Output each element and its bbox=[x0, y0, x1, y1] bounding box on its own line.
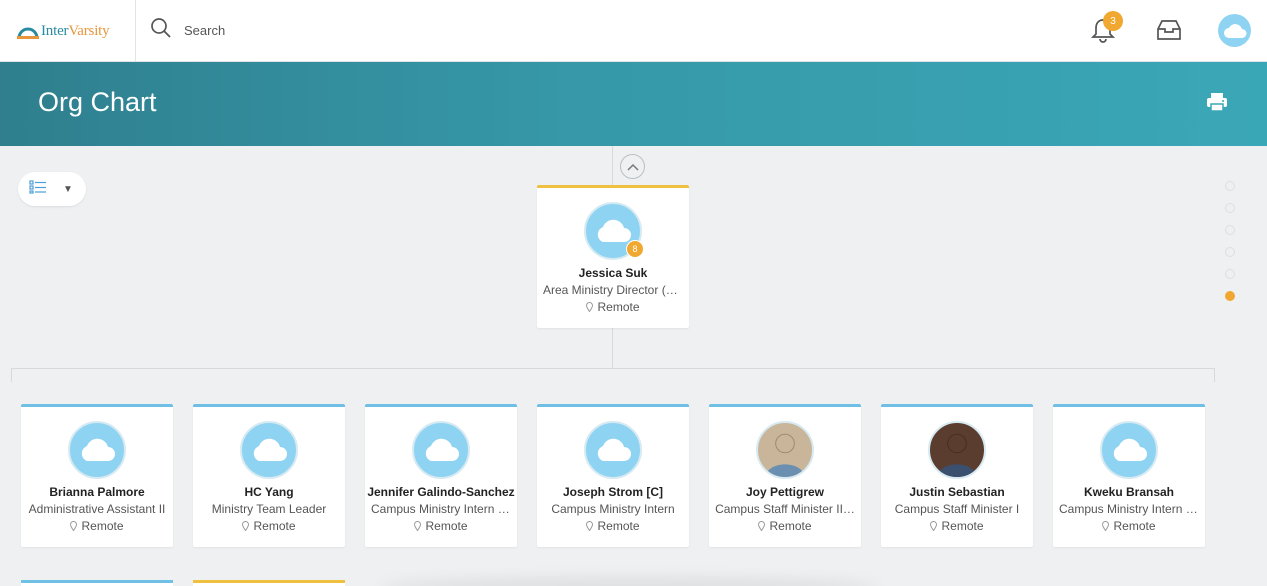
page-header: Org Chart bbox=[0, 62, 1267, 146]
location-pin-icon bbox=[414, 521, 422, 531]
logo-text-prefix: Inter bbox=[41, 22, 69, 39]
employee-location: Remote bbox=[425, 519, 468, 533]
employee-title: Campus Ministry Intern (… bbox=[371, 502, 511, 516]
location-pin-icon bbox=[758, 521, 766, 531]
cloud-avatar-icon bbox=[68, 421, 126, 479]
employee-name: Jennifer Galindo-Sanchez bbox=[367, 485, 515, 499]
location-pin-icon bbox=[242, 521, 250, 531]
reports-count-badge: 8 bbox=[626, 240, 644, 258]
location-pin-icon bbox=[586, 521, 594, 531]
employee-title: Campus Staff Minister II… bbox=[715, 502, 855, 516]
manager-card[interactable]: 8 Jessica Suk Area Ministry Director (C…… bbox=[537, 185, 689, 328]
chevron-up-icon bbox=[626, 163, 639, 171]
scroll-shadow bbox=[380, 576, 880, 586]
employee-title: Ministry Team Leader bbox=[211, 502, 327, 516]
employee-name: Jessica Suk bbox=[578, 266, 648, 280]
notification-count-badge: 3 bbox=[1103, 11, 1123, 31]
employee-name: Joy Pettigrew bbox=[745, 485, 825, 499]
employee-location: Remote bbox=[941, 519, 984, 533]
employee-card[interactable]: Jennifer Galindo-Sanchez Campus Ministry … bbox=[365, 404, 517, 547]
page-title: Org Chart bbox=[38, 87, 157, 117]
employee-location: Remote bbox=[597, 519, 640, 533]
view-mode-dropdown[interactable]: ▼ bbox=[18, 172, 86, 206]
level-dot[interactable] bbox=[1225, 225, 1235, 235]
location-pin-icon bbox=[586, 302, 594, 312]
logo-arch-icon bbox=[17, 23, 39, 39]
level-dot-active[interactable] bbox=[1225, 291, 1235, 301]
photo-avatar bbox=[928, 421, 986, 479]
inbox-icon[interactable] bbox=[1155, 17, 1183, 43]
employee-title: Area Ministry Director (C… bbox=[543, 283, 683, 297]
employee-card[interactable]: Joseph Strom [C] Campus Ministry Intern Re… bbox=[537, 404, 689, 547]
employee-card[interactable]: Kweku Bransah Campus Ministry Intern (… Re… bbox=[1053, 404, 1205, 547]
employee-card[interactable]: Joy Pettigrew Campus Staff Minister II… Re… bbox=[709, 404, 861, 547]
employee-card[interactable]: HC Yang Ministry Team Leader Remote bbox=[193, 404, 345, 547]
intervarsity-logo[interactable]: InterVarsity bbox=[0, 0, 136, 62]
cloud-avatar-icon bbox=[412, 421, 470, 479]
employee-location: Remote bbox=[253, 519, 296, 533]
level-dot[interactable] bbox=[1225, 247, 1235, 257]
level-dot[interactable] bbox=[1225, 181, 1235, 191]
cloud-avatar-icon bbox=[1100, 421, 1158, 479]
user-profile-avatar[interactable] bbox=[1218, 14, 1251, 47]
employee-name: Joseph Strom [C] bbox=[562, 485, 663, 499]
cloud-avatar-icon bbox=[584, 421, 642, 479]
employee-card[interactable]: Justin Sebastian Campus Staff Minister I R… bbox=[881, 404, 1033, 547]
chevron-down-icon: ▼ bbox=[63, 183, 73, 195]
employee-card[interactable]: Brianna Palmore Administrative Assistant … bbox=[21, 404, 173, 547]
search-icon[interactable] bbox=[150, 17, 172, 44]
org-card-partial[interactable] bbox=[193, 580, 345, 586]
connector-line bbox=[612, 328, 613, 368]
collapse-up-button[interactable] bbox=[620, 154, 645, 179]
employee-title: Campus Staff Minister I bbox=[894, 502, 1020, 516]
employee-title: Campus Ministry Intern (… bbox=[1059, 502, 1199, 516]
employee-title: Administrative Assistant II bbox=[28, 502, 166, 516]
cloud-avatar-icon bbox=[1223, 23, 1246, 38]
employee-location: Remote bbox=[597, 300, 640, 314]
print-icon[interactable] bbox=[1205, 90, 1229, 114]
location-pin-icon bbox=[930, 521, 938, 531]
employee-location: Remote bbox=[769, 519, 812, 533]
connector-line bbox=[612, 146, 613, 186]
logo-text-suffix: Varsity bbox=[68, 22, 110, 39]
cloud-avatar-icon bbox=[240, 421, 298, 479]
employee-location: Remote bbox=[81, 519, 124, 533]
employee-name: Justin Sebastian bbox=[909, 485, 1005, 499]
top-bar: InterVarsity Search 3 bbox=[0, 0, 1267, 62]
list-view-icon bbox=[29, 179, 47, 199]
connector-line bbox=[1214, 368, 1215, 382]
location-pin-icon bbox=[70, 521, 78, 531]
location-pin-icon bbox=[1102, 521, 1110, 531]
employee-title: Campus Ministry Intern bbox=[551, 502, 675, 516]
employee-name: HC Yang bbox=[244, 485, 294, 499]
employee-name: Kweku Bransah bbox=[1083, 485, 1175, 499]
connector-line bbox=[11, 368, 1215, 369]
org-card-partial[interactable] bbox=[21, 580, 173, 586]
connector-line bbox=[11, 368, 12, 382]
search-input[interactable]: Search bbox=[184, 23, 225, 38]
employee-name: Brianna Palmore bbox=[49, 485, 145, 499]
employee-location: Remote bbox=[1113, 519, 1156, 533]
level-dot[interactable] bbox=[1225, 269, 1235, 279]
search-box[interactable]: Search bbox=[150, 17, 225, 44]
photo-avatar bbox=[756, 421, 814, 479]
level-dot[interactable] bbox=[1225, 203, 1235, 213]
